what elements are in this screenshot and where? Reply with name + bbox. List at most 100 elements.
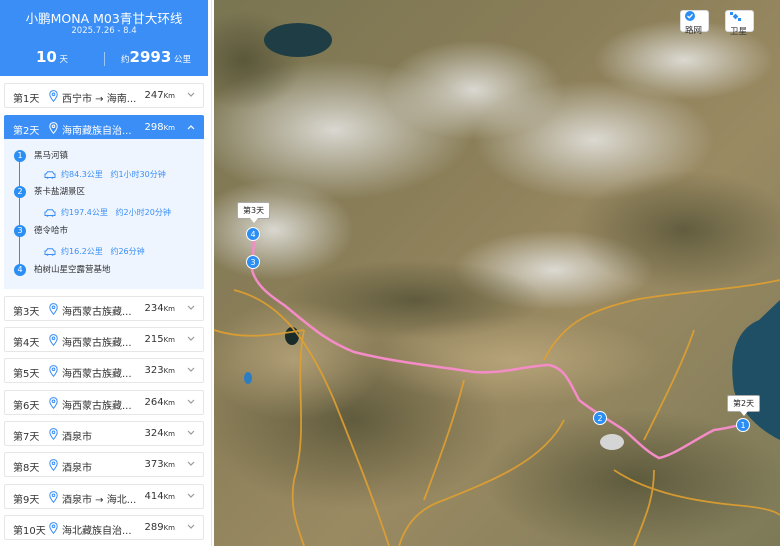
- lake: [264, 23, 332, 57]
- day-km: 324: [144, 428, 164, 439]
- trip-date-range: 2025.7.26 - 8.4: [71, 26, 137, 36]
- salt-lake: [600, 434, 624, 450]
- chevron-down-icon[interactable]: [187, 399, 195, 405]
- day-distance: 324Km: [144, 428, 175, 439]
- day-label: 第1天: [13, 94, 40, 105]
- distance-unit: 公里: [173, 55, 191, 65]
- day-row[interactable]: 第5天 海西蒙古族藏... 323Km: [4, 358, 204, 383]
- day-km-unit: Km: [163, 336, 175, 344]
- stop-item[interactable]: 1 黑马河镇: [14, 149, 68, 162]
- stop-item[interactable]: 3 德令哈市: [14, 224, 68, 237]
- day-row[interactable]: 第6天 海西蒙古族藏... 264Km: [4, 390, 204, 415]
- day-label: 第2天: [13, 126, 40, 137]
- location-pin-icon: [49, 459, 58, 471]
- day-row[interactable]: 第1天 西宁市 → 海南... 247Km: [4, 83, 204, 108]
- day-row[interactable]: 第3天 海西蒙古族藏... 234Km: [4, 296, 204, 321]
- day-km: 215: [144, 334, 164, 345]
- chevron-down-icon[interactable]: [187, 92, 195, 98]
- day-distance: 323Km: [144, 365, 175, 376]
- day-label: 第3天: [13, 307, 40, 318]
- satellite-map[interactable]: 路网 卫星 第3天 第2天 4 3 2 1: [214, 0, 780, 546]
- leg-duration: 约1小时30分钟: [110, 170, 166, 179]
- days-value: 10: [35, 48, 57, 66]
- day-row[interactable]: 第4天 海西蒙古族藏... 215Km: [4, 327, 204, 352]
- day-km: 373: [144, 459, 164, 470]
- day-route: 酒泉市 → 海北...: [62, 495, 137, 506]
- day-route: 西宁市 → 海南...: [62, 94, 137, 105]
- day-route: 海西蒙古族藏...: [62, 369, 132, 380]
- day-row[interactable]: 第9天 酒泉市 → 海北... 414Km: [4, 484, 204, 509]
- day-km: 234: [144, 303, 164, 314]
- day-row[interactable]: 第7天 酒泉市 324Km: [4, 421, 204, 446]
- chevron-down-icon[interactable]: [187, 305, 195, 311]
- day-km-unit: Km: [163, 124, 175, 132]
- day-route: 酒泉市: [62, 463, 92, 474]
- day-distance: 414Km: [144, 491, 175, 502]
- stop-number: 3: [14, 224, 26, 237]
- itinerary-sidebar: 小鹏MONA M03青甘大环线 2025.7.26 - 8.4 10 天 约29…: [0, 0, 212, 546]
- day-distance: 264Km: [144, 397, 175, 408]
- stop-item[interactable]: 2 茶卡盐湖景区: [14, 185, 85, 198]
- stop-name: 柏树山星空露营基地: [34, 265, 111, 275]
- day-km: 289: [144, 522, 164, 533]
- distance-prefix: 约: [121, 55, 130, 65]
- location-pin-icon: [49, 303, 58, 315]
- route-marker-1[interactable]: 1: [736, 418, 750, 432]
- location-pin-icon: [49, 397, 58, 409]
- day-km: 264: [144, 397, 164, 408]
- car-icon: [44, 170, 56, 179]
- day-distance: 247Km: [144, 90, 175, 101]
- stop-name: 德令哈市: [34, 226, 69, 236]
- route-marker-4[interactable]: 4: [246, 227, 260, 241]
- chevron-down-icon[interactable]: [187, 493, 195, 499]
- days-unit: 天: [59, 55, 69, 65]
- chevron-down-icon[interactable]: [187, 367, 195, 373]
- location-pin-icon: [49, 522, 58, 534]
- leg-duration: 约2小时20分钟: [115, 208, 171, 217]
- day-distance: 289Km: [144, 522, 175, 533]
- leg-info: 约197.4公里 约2小时20分钟: [44, 207, 171, 218]
- day-2-details: 1 黑马河镇 约84.3公里 约1小时30分钟 2 茶卡盐湖景区 约197.4公里 …: [4, 139, 204, 289]
- day-distance: 298Km: [144, 122, 175, 133]
- stop-name: 黑马河镇: [34, 151, 69, 161]
- day-row[interactable]: 第10天 海北藏族自治... 289Km: [4, 515, 204, 540]
- trip-title: 小鹏MONA M03青甘大环线: [25, 11, 183, 26]
- car-icon: [44, 247, 56, 256]
- location-pin-icon: [49, 491, 58, 503]
- leg-duration: 约26分钟: [110, 247, 145, 256]
- chevron-down-icon[interactable]: [187, 336, 195, 342]
- stop-item[interactable]: 4 柏树山星空露营基地: [14, 263, 111, 276]
- timeline-line: [19, 159, 20, 267]
- day-label: 第4天: [13, 338, 40, 349]
- route-marker-3[interactable]: 3: [246, 255, 260, 269]
- chevron-down-icon[interactable]: [187, 524, 195, 530]
- day-distance: 215Km: [144, 334, 175, 345]
- day-label: 第8天: [13, 463, 40, 474]
- day-row[interactable]: 第8天 酒泉市 373Km: [4, 452, 204, 477]
- location-pin-icon: [49, 122, 58, 134]
- location-pin-icon: [49, 365, 58, 377]
- trip-distance-stat: 约2993 公里: [104, 48, 208, 66]
- day-row[interactable]: 第2天 海南藏族自治... 298Km: [4, 115, 204, 140]
- day-km-unit: Km: [163, 430, 175, 438]
- day-route: 海西蒙古族藏...: [62, 401, 132, 412]
- day-km-unit: Km: [163, 92, 175, 100]
- day-route: 海西蒙古族藏...: [62, 307, 132, 318]
- road-network-label: 路网: [685, 26, 703, 36]
- day-km-unit: Km: [163, 461, 175, 469]
- day-km: 323: [144, 365, 164, 376]
- day-distance: 234Km: [144, 303, 175, 314]
- chevron-down-icon[interactable]: [187, 430, 195, 436]
- day-label: 第5天: [13, 369, 40, 380]
- satellite-icon: [730, 12, 741, 21]
- route-marker-2[interactable]: 2: [593, 411, 607, 425]
- chevron-down-icon[interactable]: [187, 461, 195, 467]
- day-km-unit: Km: [163, 493, 175, 501]
- road-network-button[interactable]: 路网: [680, 10, 710, 36]
- car-icon: [44, 208, 56, 217]
- chevron-up-icon[interactable]: [187, 124, 195, 130]
- day-km: 414: [144, 491, 164, 502]
- location-pin-icon: [49, 90, 58, 102]
- satellite-button[interactable]: 卫星: [725, 10, 755, 37]
- map-canvas: [214, 0, 780, 546]
